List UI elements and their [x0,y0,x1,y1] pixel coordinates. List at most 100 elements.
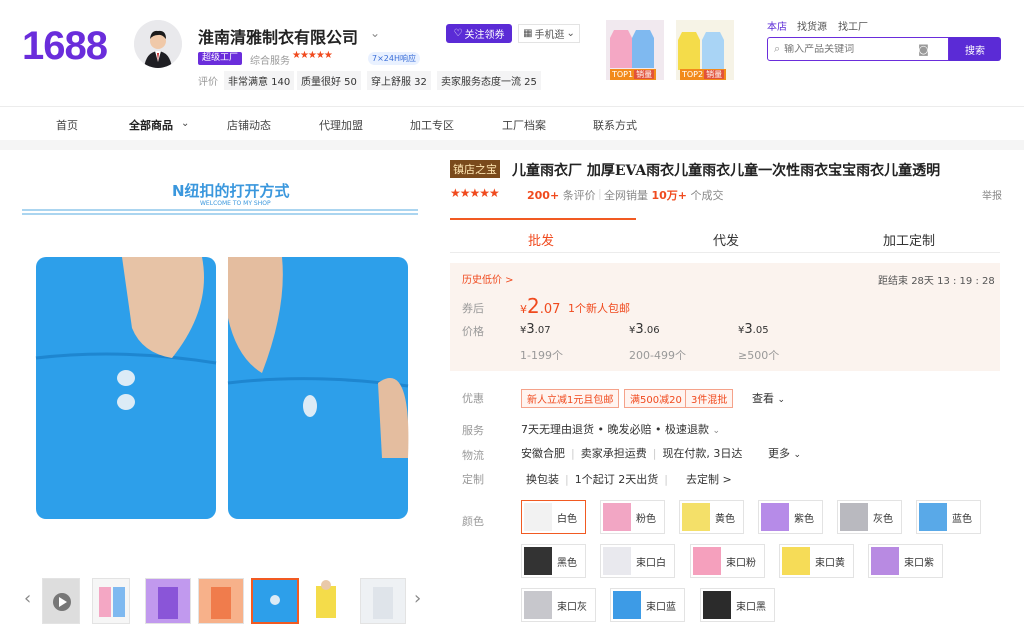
color-option[interactable]: 黑色 [521,544,586,578]
color-swatch-image [840,503,868,531]
nav-shop-news[interactable]: 店铺动态 [227,117,271,133]
color-option[interactable]: 束口白 [600,544,675,578]
color-option[interactable]: 束口黑 [700,588,775,622]
shop-name[interactable]: 淮南清雅制衣有限公司 [198,24,358,48]
heart-icon: ♡ [453,28,463,39]
nav-contact[interactable]: 联系方式 [593,117,637,133]
nav-home[interactable]: 首页 [56,117,78,133]
top-tag: TOP2 销量 [680,69,727,80]
service-text[interactable]: 7天无理由退货 • 晚发必赔 • 极速退款 ⌄ [521,421,720,437]
divider [0,140,1024,150]
color-option[interactable]: 灰色 [837,500,902,534]
color-swatch-image [524,591,552,619]
color-option[interactable]: 白色 [521,500,586,534]
nav-all-products[interactable]: 全部商品 [129,117,173,133]
image-caption: N纽扣的打开方式 [172,182,290,200]
camera-icon[interactable]: ◙ [918,43,929,56]
shop-avatar[interactable] [134,20,182,68]
eval-tag: 非常满意 140 [224,71,295,90]
mobile-browse-button[interactable]: ▦ 手机逛 ⌄ [518,24,580,43]
top-product-2[interactable]: TOP2 销量 [676,20,734,80]
promo-tag[interactable]: 3件混批 [685,389,734,408]
sales-count: 10万+ [651,189,688,202]
color-option[interactable]: 束口黄 [779,544,854,578]
search-box[interactable]: ⌕ ◙ [767,37,949,61]
tier-price: ¥3.05 [738,322,769,337]
divider [450,252,1000,253]
color-option[interactable]: 束口蓝 [610,588,685,622]
play-icon [43,579,79,623]
search-tab-source[interactable]: 找货源 [797,18,827,33]
promo-tag[interactable]: 新人立减1元且包邮 [521,389,620,408]
chevron-right-icon[interactable]: › [414,588,421,609]
search-button[interactable]: 搜索 [949,37,1001,61]
color-option[interactable]: 黄色 [679,500,744,534]
gallery-thumb[interactable] [198,578,244,624]
chevron-down-icon: ⌄ [712,426,721,436]
search-tab-factory[interactable]: 找工厂 [838,18,868,33]
tab-wholesale[interactable]: 批发 [528,230,554,249]
divider: | [598,187,602,200]
top-tag: TOP1 销量 [610,69,657,80]
tier-range: 200-499个 [629,349,686,362]
main-product-image[interactable]: N纽扣的打开方式 WELCOME TO MY SHOP [22,158,420,558]
service-stars: ★★★★★ [292,50,333,61]
color-option-label: 灰色 [873,513,893,525]
color-option-label: 束口蓝 [646,601,676,613]
color-option[interactable]: 粉色 [600,500,665,534]
nav-agency[interactable]: 代理加盟 [319,117,363,133]
product-photo [22,158,420,558]
chevron-down-icon[interactable]: ⌄ [370,26,380,40]
coupon-price-dec: .07 [539,302,561,317]
site-logo[interactable]: 1688 [22,24,108,69]
color-option[interactable]: 蓝色 [916,500,981,534]
color-option-label: 束口白 [636,557,666,569]
report-link[interactable]: 举报 [982,187,1002,202]
chevron-down-icon: ⌄ [777,395,786,405]
color-swatch-image [693,547,721,575]
color-option-label: 束口粉 [726,557,756,569]
logistics-more[interactable]: 更多 ⌄ [768,445,801,461]
coupon-note: 1个新人包邮 [568,302,630,315]
sales-info: 全网销量 10万+ 个成交 [604,187,724,203]
color-swatch-image [919,503,947,531]
gallery-thumb[interactable] [92,578,130,624]
nav-processing[interactable]: 加工专区 [410,117,454,133]
gallery-thumb[interactable] [145,578,191,624]
coupon-price-int: 2 [527,294,540,318]
tab-dropship[interactable]: 代发 [713,230,739,249]
gallery-thumb[interactable] [360,578,406,624]
sales-label: 全网销量 [604,189,648,202]
color-option[interactable]: 束口灰 [521,588,596,622]
price-label: 价格 [462,325,484,338]
review-info[interactable]: 200+ 条评价 [527,187,596,203]
color-option-label: 黑色 [557,557,577,569]
custom-label: 定制 [462,473,484,486]
follow-coupon-button[interactable]: ♡ 关注领券 [446,24,512,43]
promo-more[interactable]: 查看 ⌄ [752,390,785,406]
thumb-video[interactable] [42,578,80,624]
color-swatch-image [682,503,710,531]
tab-custom[interactable]: 加工定制 [883,230,935,249]
color-option-label: 束口黑 [736,601,766,613]
top-product-1[interactable]: TOP1 销量 [606,20,664,80]
tier-range: ≥500个 [738,349,780,362]
chevron-left-icon[interactable]: ‹ [24,588,31,609]
color-option[interactable]: 束口粉 [690,544,765,578]
gallery-thumb[interactable] [308,578,346,624]
history-low-link[interactable]: 历史低价 > [462,271,514,286]
go-custom-link[interactable]: 去定制 > [686,471,732,487]
chevron-down-icon[interactable]: ⌄ [181,118,189,129]
shop-treasure-badge: 镇店之宝 [450,160,500,178]
logistics-info: 安徽合肥 | 卖家承担运费 | 现在付款, 3日达 [521,447,743,460]
promo-tag[interactable]: 满500减20 [624,389,688,408]
gallery-thumb-selected[interactable] [251,578,299,624]
color-option-label: 束口黄 [815,557,845,569]
search-tab-shop[interactable]: 本店 [767,18,787,33]
service-label: 综合服务 [250,56,290,67]
color-swatch-image [782,547,810,575]
nav-factory-profile[interactable]: 工厂档案 [502,117,546,133]
color-option[interactable]: 束口紫 [868,544,943,578]
search-input[interactable] [784,43,915,55]
color-option[interactable]: 紫色 [758,500,823,534]
